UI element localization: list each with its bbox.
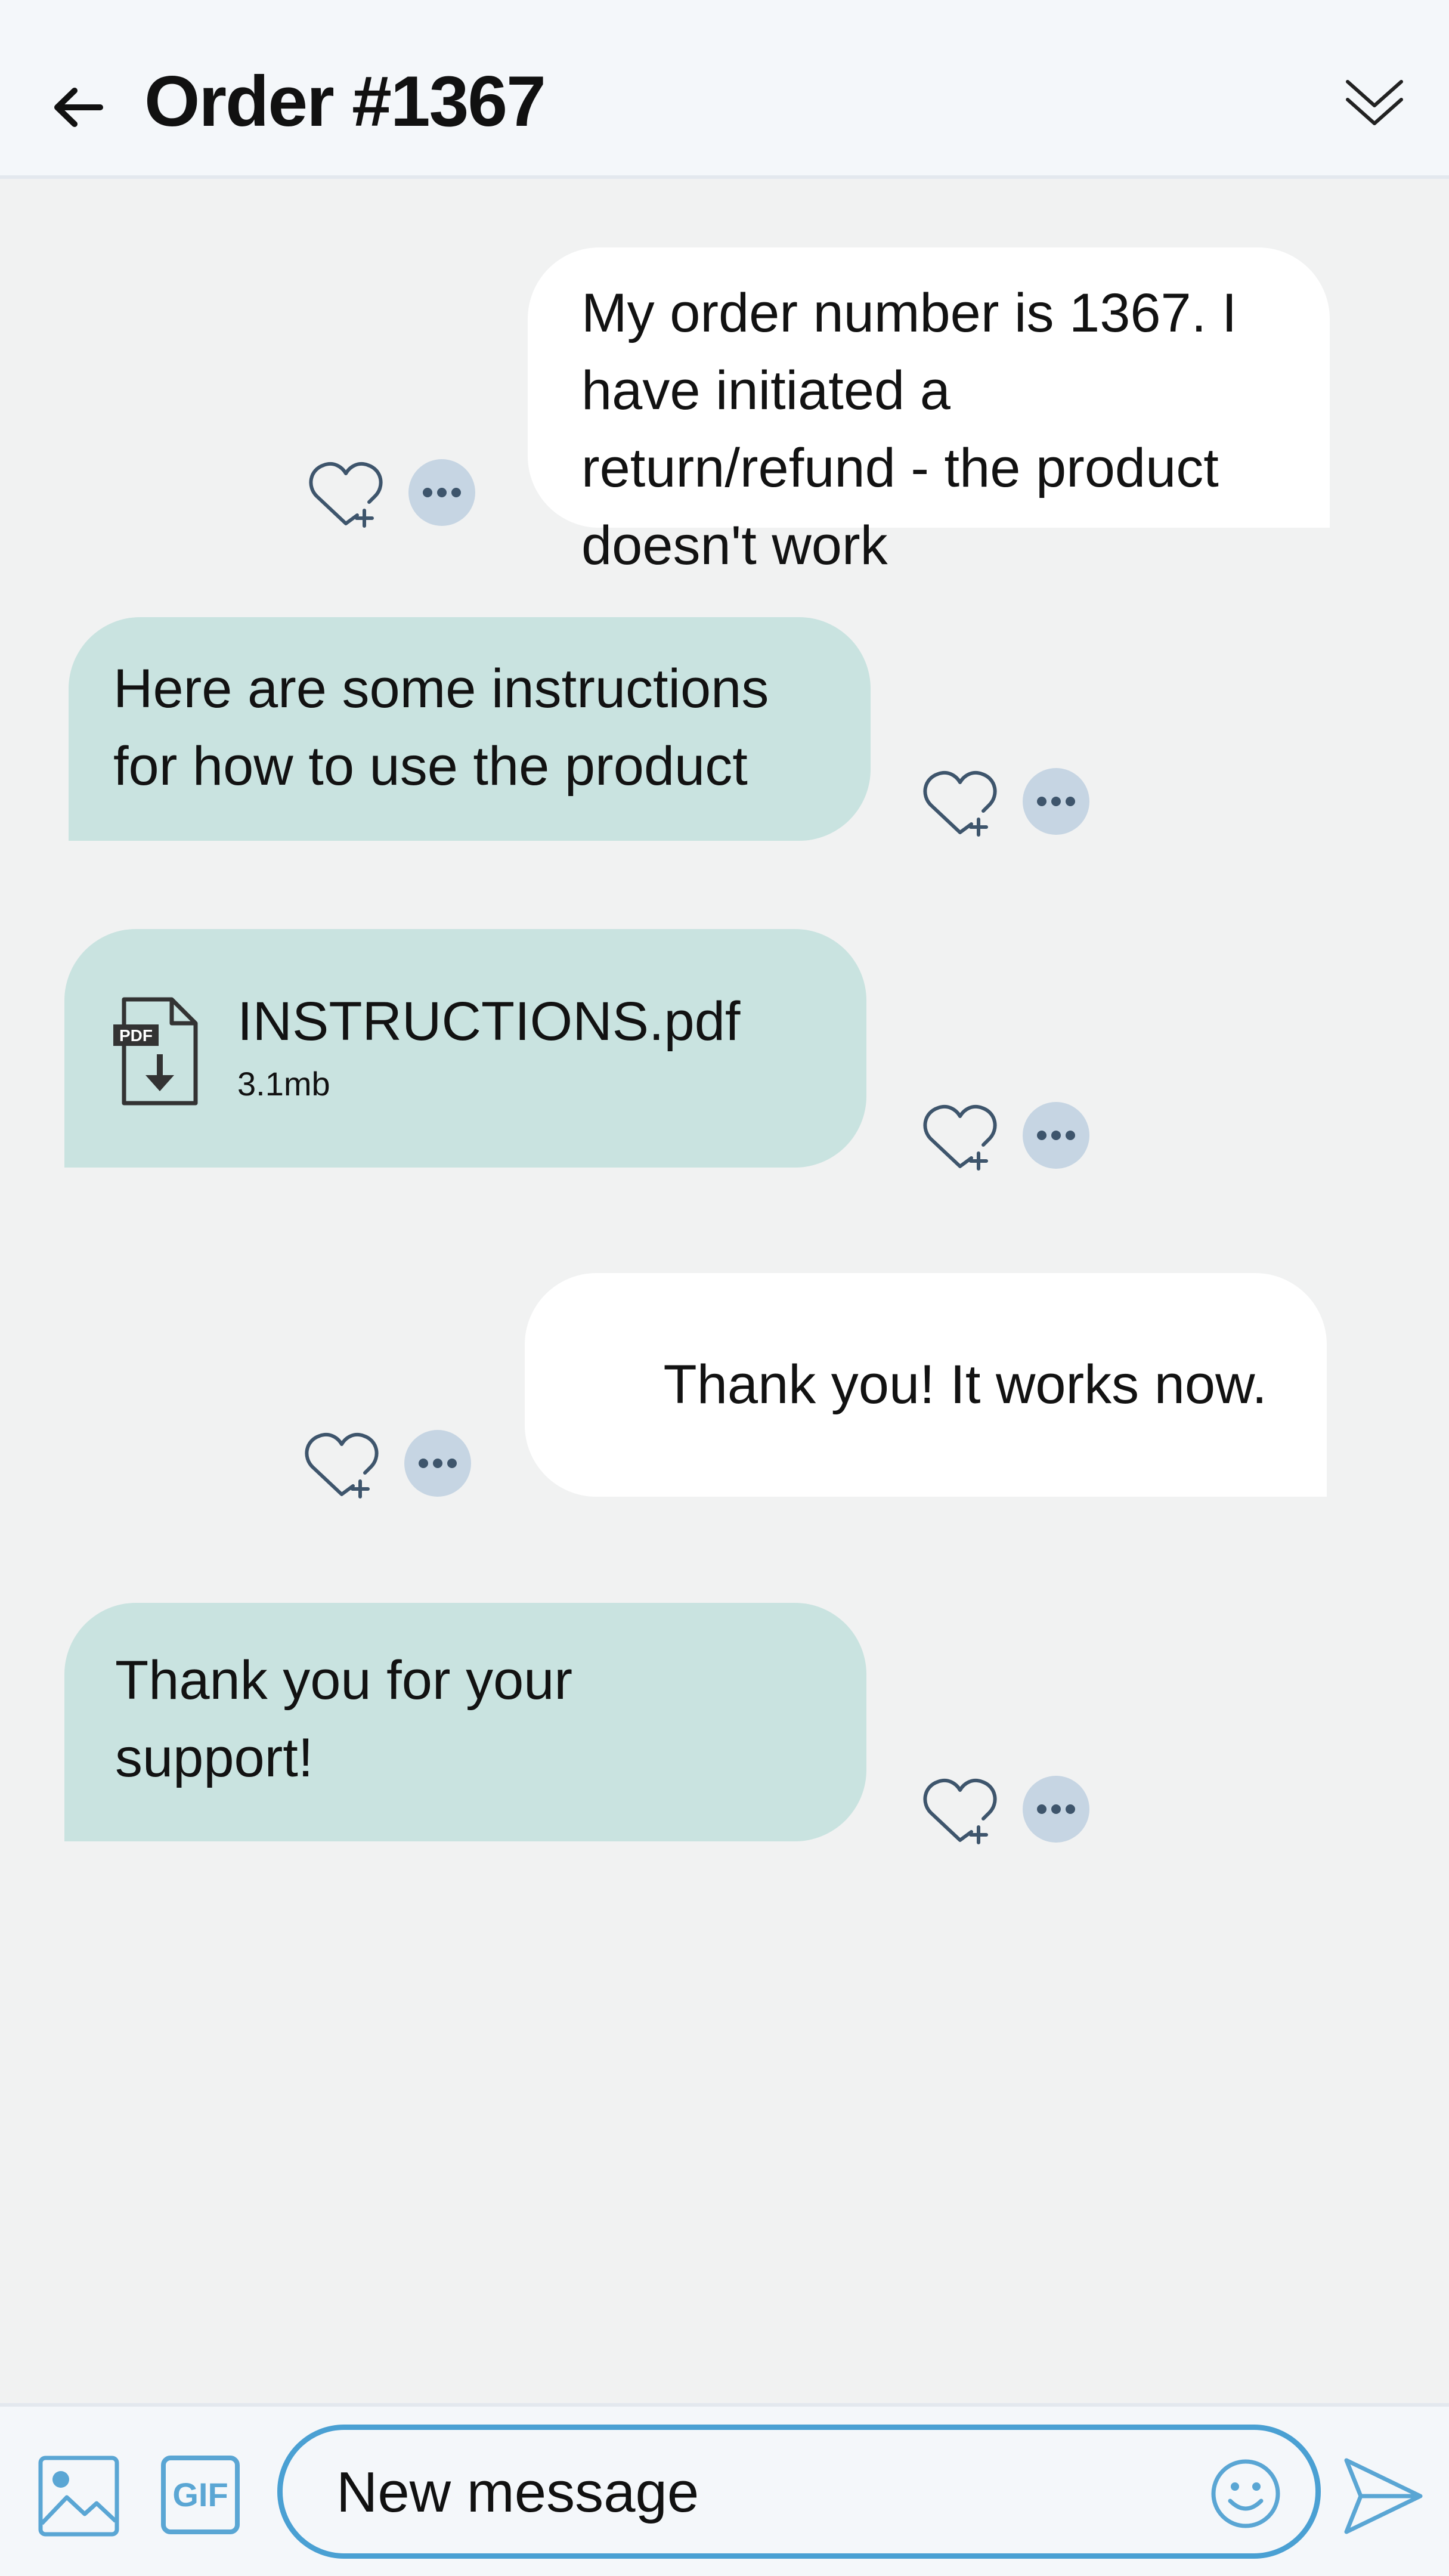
image-icon[interactable] bbox=[37, 2454, 120, 2538]
svg-text:PDF: PDF bbox=[119, 1026, 153, 1045]
gif-button[interactable]: GIF bbox=[161, 2456, 240, 2534]
message-reactions bbox=[303, 1424, 476, 1501]
heart-plus-icon[interactable] bbox=[921, 762, 999, 840]
chat-header: Order #1367 bbox=[0, 0, 1449, 179]
pdf-download-icon[interactable]: PDF bbox=[112, 995, 202, 1108]
more-options-button[interactable] bbox=[408, 459, 475, 526]
message-input-placeholder: New message bbox=[336, 2460, 699, 2524]
message-text: Thank you for your support! bbox=[115, 1650, 573, 1788]
chevron-double-down-icon[interactable] bbox=[1342, 69, 1407, 134]
file-attachment-bubble[interactable]: PDF INSTRUCTIONS.pdf 3.1mb bbox=[64, 929, 866, 1168]
message-text: My order number is 1367. I have initiate… bbox=[581, 283, 1237, 576]
smiley-icon[interactable] bbox=[1210, 2458, 1281, 2529]
heart-plus-icon[interactable] bbox=[303, 1424, 380, 1501]
more-options-button[interactable] bbox=[1023, 1102, 1089, 1169]
heart-plus-icon[interactable] bbox=[921, 1096, 999, 1174]
message-bubble-outgoing[interactable]: Thank you! It works now. bbox=[525, 1273, 1327, 1497]
file-name: INSTRUCTIONS.pdf bbox=[237, 991, 741, 1052]
message-reactions bbox=[921, 1096, 1094, 1174]
more-options-button[interactable] bbox=[404, 1430, 471, 1497]
back-arrow-icon[interactable] bbox=[48, 78, 107, 137]
message-reactions bbox=[921, 762, 1094, 840]
message-text: Here are some instructions for how to us… bbox=[113, 658, 769, 797]
heart-plus-icon[interactable] bbox=[307, 453, 385, 531]
message-bubble-incoming[interactable]: Here are some instructions for how to us… bbox=[69, 617, 871, 841]
message-text: Thank you! It works now. bbox=[663, 1354, 1267, 1415]
file-size: 3.1mb bbox=[237, 1065, 330, 1103]
message-input[interactable]: New message bbox=[277, 2425, 1321, 2559]
message-bubble-outgoing[interactable]: My order number is 1367. I have initiate… bbox=[528, 247, 1330, 576]
message-bubble-incoming[interactable]: Thank you for your support! bbox=[64, 1603, 866, 1841]
more-options-button[interactable] bbox=[1023, 1776, 1089, 1843]
more-options-button[interactable] bbox=[1023, 768, 1089, 835]
send-icon[interactable] bbox=[1342, 2454, 1425, 2538]
message-reactions bbox=[921, 1770, 1094, 1847]
message-reactions bbox=[307, 453, 480, 531]
heart-plus-icon[interactable] bbox=[921, 1770, 999, 1847]
message-composer: GIF New message bbox=[0, 2403, 1449, 2576]
page-title: Order #1367 bbox=[144, 61, 546, 141]
